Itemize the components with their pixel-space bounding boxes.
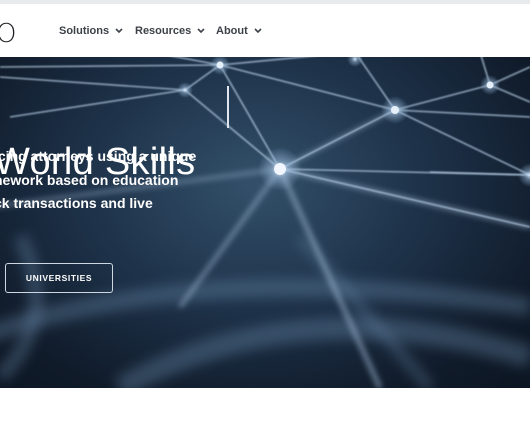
universities-button[interactable]: UNIVERSITIES	[5, 263, 113, 293]
nav-resources[interactable]: Resources	[135, 25, 207, 37]
hero-text-line-2: nework based on education	[0, 172, 179, 188]
network-nodes-image	[0, 57, 530, 388]
logo[interactable]: O	[0, 21, 16, 47]
nav-about-label: About	[216, 25, 248, 37]
nav-solutions-label: Solutions	[59, 25, 110, 37]
text-cursor	[227, 86, 229, 128]
chevron-down-icon	[115, 28, 123, 34]
chevron-down-icon	[197, 28, 205, 34]
hero-text-line-3: ck transactions and live	[0, 195, 153, 211]
nav-about[interactable]: About	[216, 25, 264, 37]
site-header: O Solutions Resources About	[0, 4, 530, 57]
nav-solutions[interactable]: Solutions	[59, 25, 125, 37]
hero-banner: World Skills icing attorneys using a uni…	[0, 57, 530, 388]
hero-text-line-1: icing attorneys using a unique	[0, 148, 197, 164]
nav-resources-label: Resources	[135, 25, 192, 37]
chevron-down-icon	[254, 28, 262, 34]
